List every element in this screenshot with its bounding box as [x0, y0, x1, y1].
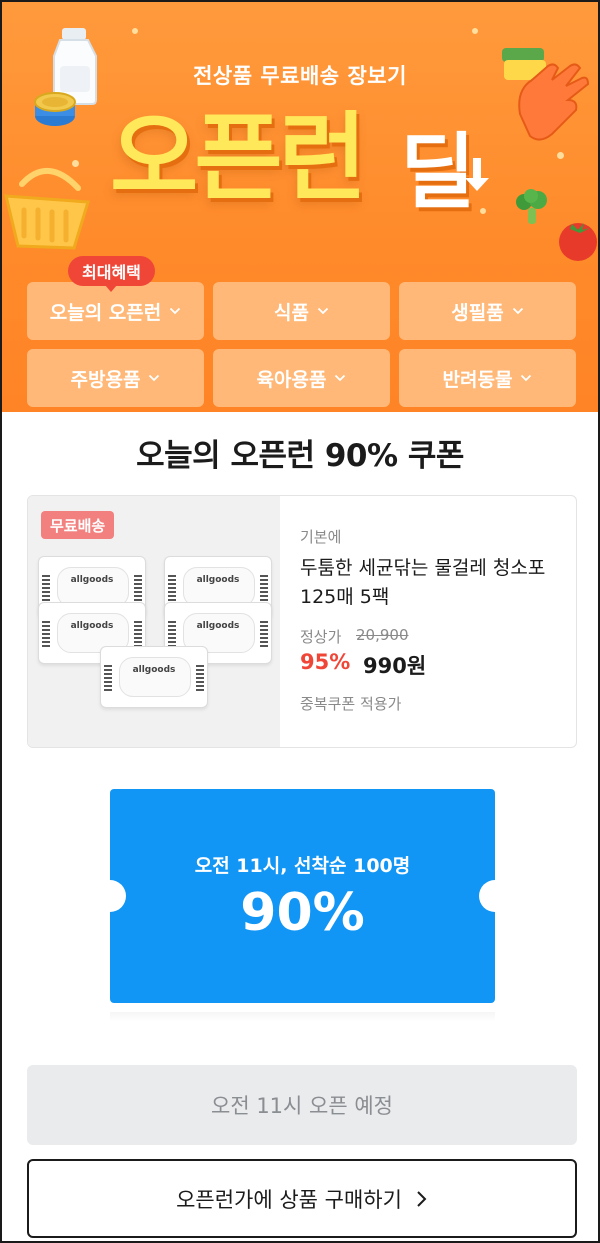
coupon-ticket[interactable]: 오전 11시, 선착순 100명 90%: [94, 789, 511, 1003]
pack-brand: allgoods: [196, 621, 240, 631]
category-baby[interactable]: 육아용품: [213, 349, 390, 407]
coupon-subtitle: 오전 11시, 선착순 100명: [194, 855, 411, 877]
product-image: 무료배송 allgoods allgoods allgoods allgoods…: [28, 496, 280, 747]
buy-button-label: 오픈런가에 상품 구매하기: [176, 1187, 402, 1212]
chevron-down-icon: [170, 307, 181, 315]
category-daily-necessities[interactable]: 생필품: [399, 282, 576, 340]
product-info: 기본에 두툼한 세균닦는 물걸레 청소포 125매 5팩 정상가 20,900 …: [300, 496, 570, 747]
product-card[interactable]: 무료배송 allgoods allgoods allgoods allgoods…: [27, 495, 577, 748]
sale-price: 990원: [363, 654, 427, 678]
category-label: 오늘의 오픈런: [49, 301, 162, 324]
buy-at-openrun-price-button[interactable]: 오픈런가에 상품 구매하기: [27, 1159, 577, 1238]
coupon-price-note: 중복쿠폰 적용가: [300, 695, 402, 713]
hero-subtitle: 전상품 무료배송 장보기: [193, 64, 407, 88]
chevron-down-icon: [317, 307, 329, 315]
chevron-down-icon: [512, 307, 523, 315]
original-price-label: 정상가: [300, 628, 342, 646]
sparkle-decoration: [480, 208, 486, 214]
shopping-basket-illustration: [4, 167, 90, 250]
sparkle-decoration: [557, 152, 564, 159]
broccoli-illustration: [516, 189, 547, 224]
chevron-down-icon: [149, 374, 160, 382]
product-name: 두툼한 세균닦는 물걸레 청소포 125매 5팩: [300, 557, 546, 608]
canned-tuna-illustration: [34, 92, 76, 126]
category-food[interactable]: 식품: [213, 282, 390, 340]
product-brand: 기본에: [300, 528, 342, 546]
pack-brand: allgoods: [132, 665, 176, 675]
category-label: 식품: [274, 301, 309, 324]
category-label: 육아용품: [256, 368, 327, 391]
coupon-rate: 90%: [240, 883, 365, 943]
pack-brand: allgoods: [196, 575, 240, 585]
section-title: 오늘의 오픈런 90% 쿠폰: [136, 438, 464, 474]
hero-title: 오픈런: [110, 102, 367, 214]
pack-brand: allgoods: [70, 575, 114, 585]
down-arrow-icon: [465, 158, 489, 191]
open-scheduled-button[interactable]: 오전 11시 오픈 예정: [27, 1065, 577, 1145]
category-pets[interactable]: 반려동물: [399, 349, 576, 407]
sparkle-decoration: [132, 28, 138, 34]
category-label: 반려동물: [442, 368, 513, 391]
category-label: 주방용품: [70, 368, 141, 391]
wipes-pack: allgoods: [100, 646, 208, 708]
original-price: 20,900: [356, 626, 409, 644]
hero-title-deal: 딜: [400, 125, 475, 220]
best-benefit-badge: 최대혜택: [68, 256, 155, 292]
tomato-illustration: [559, 223, 597, 261]
chevron-right-icon: [417, 1190, 427, 1207]
pack-brand: allgoods: [70, 621, 114, 631]
chevron-down-icon: [335, 374, 346, 382]
free-shipping-badge: 무료배송: [41, 511, 115, 539]
sparkle-decoration: [472, 28, 478, 34]
category-kitchen[interactable]: 주방용품: [27, 349, 204, 407]
app-frame: 전상품 무료배송 장보기 오픈런 딜 최대혜택 오늘의 오픈런 식품 생필품 주…: [0, 0, 600, 1243]
coupon-shadow: [110, 1012, 495, 1022]
category-label: 생필품: [451, 301, 504, 324]
discount-rate: 95%: [300, 650, 351, 674]
chevron-down-icon: [521, 374, 532, 382]
hero-banner: 전상품 무료배송 장보기 오픈런 딜 최대혜택 오늘의 오픈런 식품 생필품 주…: [2, 2, 598, 412]
